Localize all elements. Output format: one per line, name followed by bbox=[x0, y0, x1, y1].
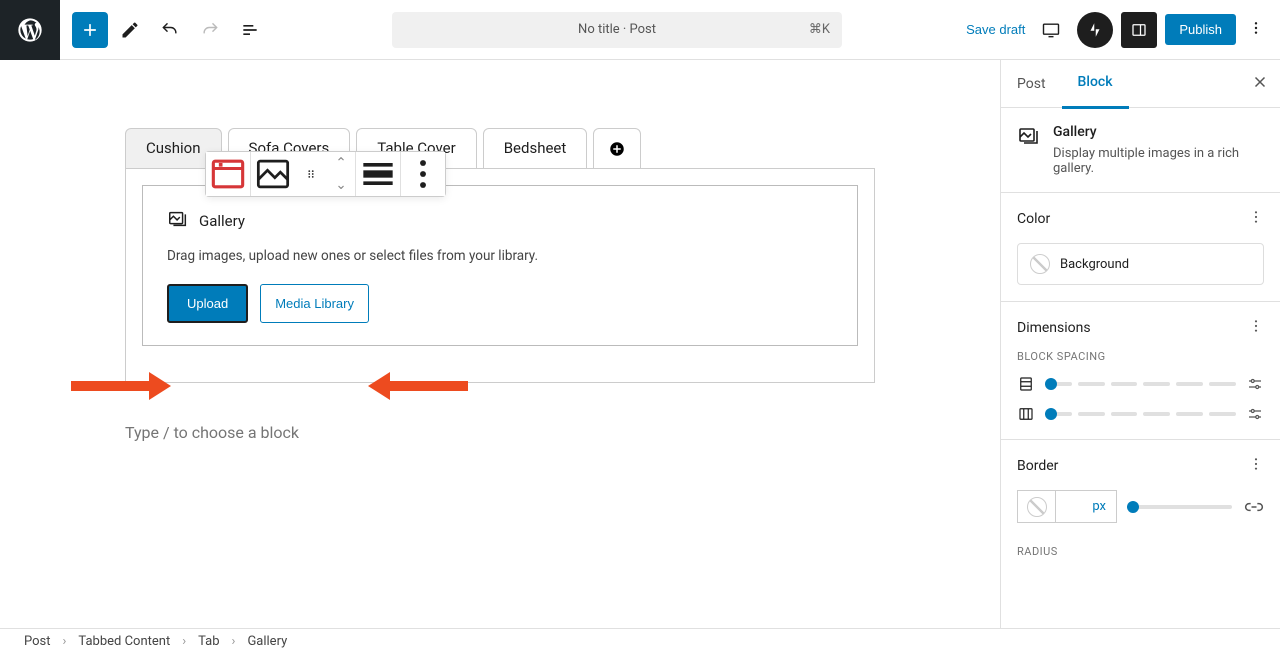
block-appender[interactable]: Type / to choose a block bbox=[125, 423, 875, 442]
gallery-title: Gallery bbox=[199, 212, 245, 230]
color-panel-options[interactable] bbox=[1248, 209, 1264, 229]
settings-sidebar: Post Block Gallery Display multiple imag… bbox=[1000, 60, 1280, 628]
add-block-button[interactable] bbox=[72, 12, 108, 48]
breadcrumb-item[interactable]: Tab bbox=[198, 634, 219, 649]
move-up-button[interactable]: ⌃ bbox=[327, 152, 355, 174]
link-sides-icon[interactable] bbox=[1244, 497, 1264, 517]
custom-size-icon[interactable] bbox=[1246, 405, 1264, 423]
sidebar-toggle-button[interactable] bbox=[1121, 12, 1157, 48]
document-outline-button[interactable] bbox=[232, 12, 268, 48]
custom-size-icon[interactable] bbox=[1246, 375, 1264, 393]
document-title-text: No title · Post bbox=[578, 22, 656, 37]
jetpack-button[interactable] bbox=[1077, 12, 1113, 48]
media-library-button[interactable]: Media Library bbox=[260, 284, 369, 323]
block-more-options-button[interactable] bbox=[401, 152, 445, 196]
drag-handle[interactable] bbox=[295, 152, 327, 196]
breadcrumb-item[interactable]: Post bbox=[24, 634, 51, 649]
sidebar-close-button[interactable] bbox=[1240, 73, 1280, 95]
background-color-control[interactable]: Background bbox=[1017, 243, 1264, 285]
gallery-icon bbox=[167, 208, 189, 234]
parent-block-button[interactable] bbox=[206, 152, 250, 196]
editor-canvas[interactable]: Cushion Sofa Covers Table Cover Bedsheet bbox=[0, 60, 1000, 628]
top-toolbar: No title · Post ⌘K Save draft Publish bbox=[0, 0, 1280, 60]
more-options-button[interactable] bbox=[1244, 20, 1268, 40]
dimensions-panel-heading: Dimensions bbox=[1017, 320, 1091, 336]
block-toolbar: ⌃ ⌄ bbox=[205, 151, 446, 197]
save-draft-button[interactable]: Save draft bbox=[966, 22, 1025, 37]
move-down-button[interactable]: ⌄ bbox=[327, 174, 355, 196]
publish-button[interactable]: Publish bbox=[1165, 14, 1236, 45]
command-palette-shortcut: ⌘K bbox=[809, 22, 830, 37]
preview-button[interactable] bbox=[1033, 12, 1069, 48]
radius-label: RADIUS bbox=[1017, 545, 1264, 558]
breadcrumb-item[interactable]: Tabbed Content bbox=[78, 634, 170, 649]
add-tab-button[interactable] bbox=[593, 128, 641, 169]
upload-button[interactable]: Upload bbox=[167, 284, 248, 323]
sidebar-tab-block[interactable]: Block bbox=[1062, 60, 1129, 109]
gallery-placeholder: Gallery Drag images, upload new ones or … bbox=[142, 185, 858, 346]
block-type-button[interactable] bbox=[251, 152, 295, 196]
document-title-field[interactable]: No title · Post ⌘K bbox=[392, 12, 842, 48]
edit-tool-button[interactable] bbox=[112, 12, 148, 48]
block-info-title: Gallery bbox=[1053, 124, 1264, 140]
background-color-label: Background bbox=[1060, 257, 1129, 272]
border-panel-heading: Border bbox=[1017, 458, 1058, 474]
dimensions-panel-options[interactable] bbox=[1248, 318, 1264, 338]
redo-button[interactable] bbox=[192, 12, 228, 48]
spacing-horizontal-icon bbox=[1017, 405, 1035, 423]
gallery-icon bbox=[1017, 124, 1041, 176]
block-breadcrumb: Post› Tabbed Content› Tab› Gallery bbox=[0, 628, 1280, 654]
align-button[interactable] bbox=[356, 152, 400, 196]
border-color-swatch bbox=[1027, 497, 1047, 517]
block-info-description: Display multiple images in a rich galler… bbox=[1053, 146, 1264, 176]
sidebar-tab-post[interactable]: Post bbox=[1001, 60, 1062, 108]
border-unit-label[interactable]: px bbox=[1056, 491, 1116, 522]
wordpress-logo[interactable] bbox=[0, 0, 60, 60]
border-width-slider[interactable] bbox=[1129, 505, 1232, 509]
spacing-vertical-icon bbox=[1017, 375, 1035, 393]
block-spacing-horizontal-control[interactable] bbox=[1017, 405, 1264, 423]
breadcrumb-item[interactable]: Gallery bbox=[247, 634, 287, 649]
block-spacing-vertical-control[interactable] bbox=[1017, 375, 1264, 393]
tab-bedsheet[interactable]: Bedsheet bbox=[483, 128, 588, 169]
background-color-swatch bbox=[1030, 254, 1050, 274]
tab-panel: Gallery Drag images, upload new ones or … bbox=[125, 168, 875, 383]
border-panel-options[interactable] bbox=[1248, 456, 1264, 476]
block-spacing-label: BLOCK SPACING bbox=[1017, 350, 1264, 363]
gallery-description: Drag images, upload new ones or select f… bbox=[167, 248, 833, 264]
border-width-input[interactable]: px bbox=[1017, 490, 1117, 523]
color-panel-heading: Color bbox=[1017, 211, 1050, 227]
undo-button[interactable] bbox=[152, 12, 188, 48]
